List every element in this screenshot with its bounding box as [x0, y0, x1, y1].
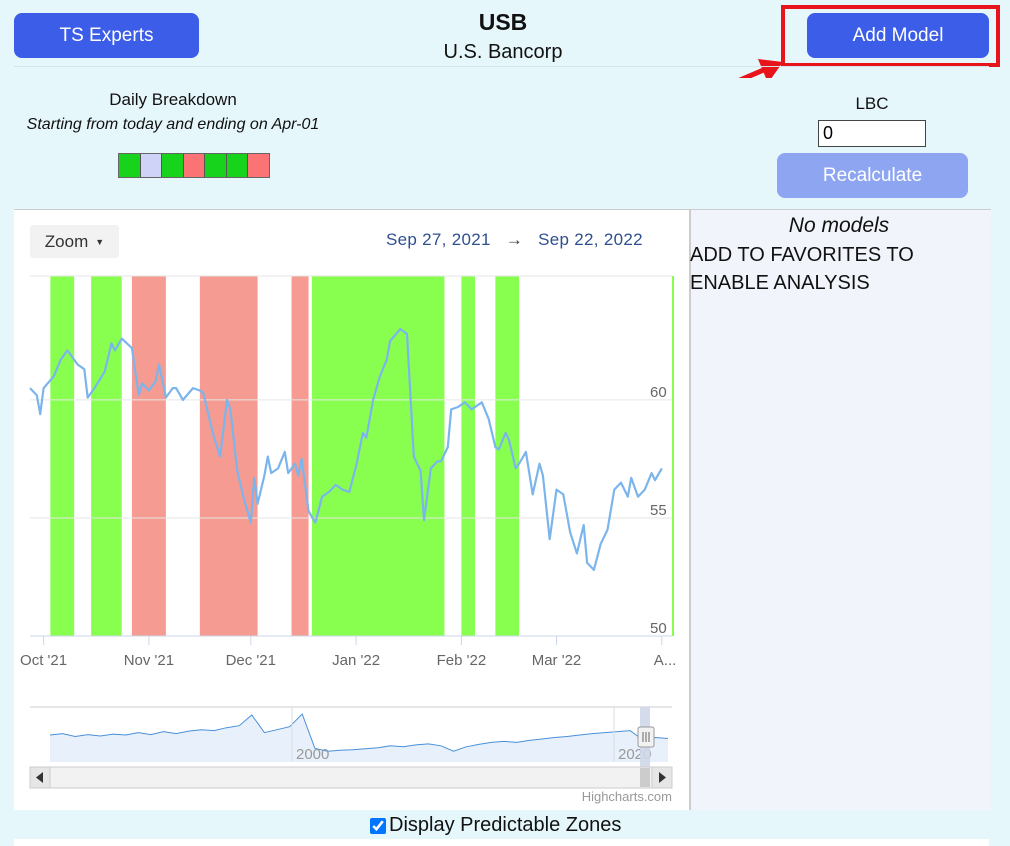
predictable-zone-red [199, 276, 258, 636]
highlight-box [781, 5, 1000, 67]
lbc-label: LBC [855, 94, 889, 113]
x-tick-label: Dec '21 [226, 652, 276, 669]
display-zones-toggle[interactable]: Display Predictable Zones [368, 814, 668, 837]
breakdown-cell [205, 154, 227, 177]
ticker-symbol: USB [478, 9, 528, 35]
header-divider [14, 66, 989, 67]
predictable-zone-green [461, 276, 475, 636]
y-tick-label: 60 [650, 384, 667, 401]
y-tick-label: 50 [650, 620, 667, 637]
breakdown-cell [248, 154, 270, 177]
navigator-area [50, 714, 668, 762]
breakdown-title: Daily Breakdown [109, 90, 237, 109]
daily-breakdown-strip [118, 153, 270, 178]
favorites-message: ADD TO FAVORITES TO ENABLE ANALYSIS [690, 244, 914, 294]
predictable-zone-red [131, 276, 166, 636]
predictable-zone-red [291, 276, 309, 636]
predictable-zone-green [311, 276, 445, 636]
lbc-input[interactable] [818, 120, 926, 147]
breakdown-cell [140, 154, 163, 177]
breakdown-cell [162, 154, 184, 177]
predictable-zone-green [50, 276, 75, 636]
lower-panel-edge [14, 839, 989, 846]
display-zones-label: Display Predictable Zones [389, 814, 622, 836]
models-panel [689, 209, 991, 810]
predictable-zone-green [495, 276, 520, 636]
x-tick-label: Jan '22 [332, 652, 380, 669]
price-chart[interactable]: 50 55 60 Oct '21 Nov '21 Dec '21 Jan '22 Feb '2… [14, 209, 689, 809]
display-zones-checkbox[interactable] [370, 817, 386, 834]
breakdown-cell [226, 154, 249, 177]
x-tick-label: Nov '21 [124, 652, 174, 669]
predictable-zone-green [91, 276, 122, 636]
x-tick-label: Oct '21 [20, 652, 67, 669]
no-models-text: No models [788, 214, 890, 237]
x-tick-label: Mar '22 [532, 652, 582, 669]
ts-experts-button[interactable]: TS Experts [14, 13, 199, 58]
breakdown-cell [183, 154, 206, 177]
highcharts-credit[interactable]: Highcharts.com [520, 789, 672, 804]
y-tick-label: 55 [650, 502, 667, 519]
recalculate-button[interactable]: Recalculate [777, 153, 968, 198]
breakdown-cell [119, 154, 141, 177]
x-tick-label: Feb '22 [437, 652, 487, 669]
scrollbar-track [29, 766, 673, 789]
navigator-label: 2000 [296, 746, 329, 763]
predictable-zone-green [672, 276, 674, 636]
breakdown-subtitle: Starting from today and ending on Apr-01 [26, 116, 320, 133]
company-name: U.S. Bancorp [443, 41, 563, 63]
x-tick-label: A... [654, 652, 677, 669]
scrollbar-thumb[interactable] [640, 768, 650, 787]
